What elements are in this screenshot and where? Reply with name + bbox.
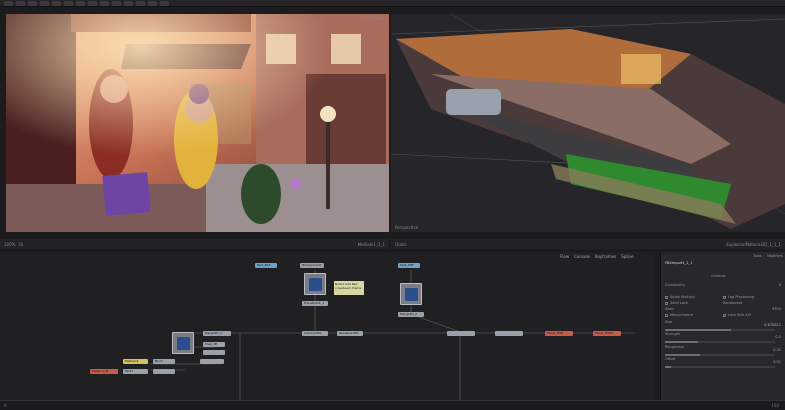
roughness-value[interactable]: 0.32	[773, 348, 781, 352]
node-renderer3d[interactable]: Renderer3D1	[337, 331, 363, 336]
monochrome-label: Monochrome	[670, 313, 693, 317]
node-dissolve[interactable]	[200, 359, 224, 364]
toolbar-button[interactable]	[76, 1, 85, 6]
left-viewer-toolbar: 100% Fit MediaIn1_1_1	[0, 239, 389, 249]
node-mediain1[interactable]: MediaIn1	[123, 359, 148, 364]
node-merge-small[interactable]	[153, 369, 175, 374]
roughness-label: Roughness	[665, 345, 685, 349]
toolbar-button[interactable]	[112, 1, 121, 6]
node-text-dof[interactable]: Text_DOF	[398, 263, 420, 268]
node-transform[interactable]: Transform1_1	[302, 301, 328, 306]
toolbar-button[interactable]	[64, 1, 73, 6]
fit-button[interactable]: Fit	[18, 242, 23, 247]
alpha-multiply-label: Alpha Multiply	[670, 295, 695, 299]
node-fbx-3d[interactable]	[304, 273, 326, 295]
viewer-node-name: ExplosionMaterial3D_1_1_1	[726, 241, 781, 247]
strength-slider[interactable]	[665, 341, 775, 343]
tab-modifiers[interactable]: Modifiers	[767, 254, 783, 258]
3d-icon	[177, 337, 190, 350]
node-instance-b[interactable]: Instance_B	[90, 369, 118, 374]
node-merge3d-1[interactable]: Merge3D_1	[203, 331, 231, 336]
offset-label: Offset	[665, 357, 676, 361]
3d-icon	[309, 278, 322, 291]
inspector-panel: Tools Modifiers FBXmport1_1_1 Controls C…	[660, 252, 785, 400]
size-value[interactable]: 6.876812	[764, 323, 781, 327]
node-fixer[interactable]: Fixer_PP	[203, 342, 225, 347]
node-merge3d-2[interactable]: Merge3D_2	[398, 312, 424, 317]
node-editor-tabs: Flow Console Keyframes Spline	[560, 252, 634, 260]
node-shape-3d[interactable]	[400, 283, 422, 305]
tab-flow[interactable]: Flow	[560, 254, 569, 259]
roughness-slider[interactable]	[665, 354, 775, 356]
offset-value[interactable]: 0.01	[773, 360, 781, 364]
node-editor[interactable]: Text_BGF Background1 Text_DOF Transform1…	[0, 252, 655, 400]
toolbar-button[interactable]	[148, 1, 157, 6]
timeline-start: 0	[4, 403, 7, 408]
log-processing-checkbox[interactable]: Log Processing	[723, 295, 754, 299]
left-viewer[interactable]: 1920x1080	[6, 14, 389, 232]
seed-lock-checkbox[interactable]: Seed Lock	[665, 301, 688, 305]
tab-tools[interactable]: Tools	[753, 254, 762, 258]
node-blur1[interactable]: Blur1	[153, 359, 175, 364]
toolbar-button[interactable]	[28, 1, 37, 6]
lock-size-label: Lock Size X/Y	[728, 313, 752, 317]
sticky-note[interactable]: Note1 Add Red crossbeam frame	[334, 281, 364, 295]
viewer-node-name: MediaIn1_1_1	[357, 241, 385, 247]
right-viewer-3d[interactable]: Perspective	[391, 14, 785, 232]
seed-lock-label: Seed Lock	[670, 301, 688, 305]
node-renderer-3d[interactable]	[172, 332, 194, 354]
tab-console[interactable]: Console	[574, 254, 590, 259]
toolbar-button[interactable]	[136, 1, 145, 6]
tab-spline[interactable]: Spline	[621, 254, 633, 259]
toolbar-button[interactable]	[100, 1, 109, 6]
randomize-button[interactable]: Randomize	[723, 301, 742, 305]
seed-label: Seed	[665, 307, 674, 311]
size-label: Size	[665, 320, 673, 324]
toolbar-button[interactable]	[16, 1, 25, 6]
node-merge[interactable]	[447, 331, 475, 336]
toolbar-button[interactable]	[4, 1, 13, 6]
alpha-multiply-checkbox[interactable]: Alpha Multiply	[665, 295, 695, 299]
strength-value[interactable]: 0.3	[775, 335, 781, 339]
node-camera3d[interactable]: Camera3D1	[302, 331, 328, 336]
seed-value[interactable]: 5303	[772, 307, 781, 311]
controls-header: Controls	[711, 274, 726, 278]
resolution-label: 1920x1080	[362, 16, 385, 21]
3d-scene-view	[391, 14, 785, 229]
toolbar-button[interactable]	[88, 1, 97, 6]
node-fixer-2[interactable]	[203, 350, 225, 355]
3d-icon	[405, 288, 418, 301]
right-viewer-toolbar: Quad ExplosionMaterial3D_1_1_1	[391, 239, 785, 249]
monochrome-checkbox[interactable]: Monochrome	[665, 313, 693, 317]
node-connections	[150, 270, 635, 400]
view-layout-dropdown[interactable]: Quad	[395, 242, 406, 247]
timeline-end: 100	[771, 403, 779, 408]
complexity-label: Complexity	[665, 283, 685, 287]
toolbar-button[interactable]	[124, 1, 133, 6]
timeline-ruler[interactable]: 0 100	[0, 400, 785, 410]
toolbar-button[interactable]	[40, 1, 49, 6]
toolbar-button[interactable]	[52, 1, 61, 6]
tool-name: FBXmport1_1_1	[665, 261, 693, 265]
size-slider[interactable]	[665, 329, 775, 331]
tab-keyframes[interactable]: Keyframes	[595, 254, 616, 259]
toolbar-button[interactable]	[160, 1, 169, 6]
perspective-label: Perspective	[395, 225, 419, 230]
node-text1[interactable]: Text1	[123, 369, 148, 374]
node-background1[interactable]: Background1	[300, 263, 324, 268]
complexity-value[interactable]: 0	[779, 283, 781, 287]
lock-size-checkbox[interactable]: Lock Size X/Y	[723, 313, 751, 317]
strength-label: Strength	[665, 332, 681, 336]
offset-slider[interactable]	[665, 366, 775, 368]
node-saver-exr[interactable]: Saver_EXR	[545, 331, 573, 336]
log-processing-label: Log Processing	[728, 295, 755, 299]
zoom-dropdown[interactable]: 100%	[4, 242, 15, 247]
render-preview-image	[6, 14, 389, 232]
main-toolbar	[0, 0, 785, 7]
node-color-correct[interactable]	[495, 331, 523, 336]
node-saver-exr2[interactable]: Saver_EXR2	[593, 331, 621, 336]
node-text-bgf[interactable]: Text_BGF	[255, 263, 277, 268]
